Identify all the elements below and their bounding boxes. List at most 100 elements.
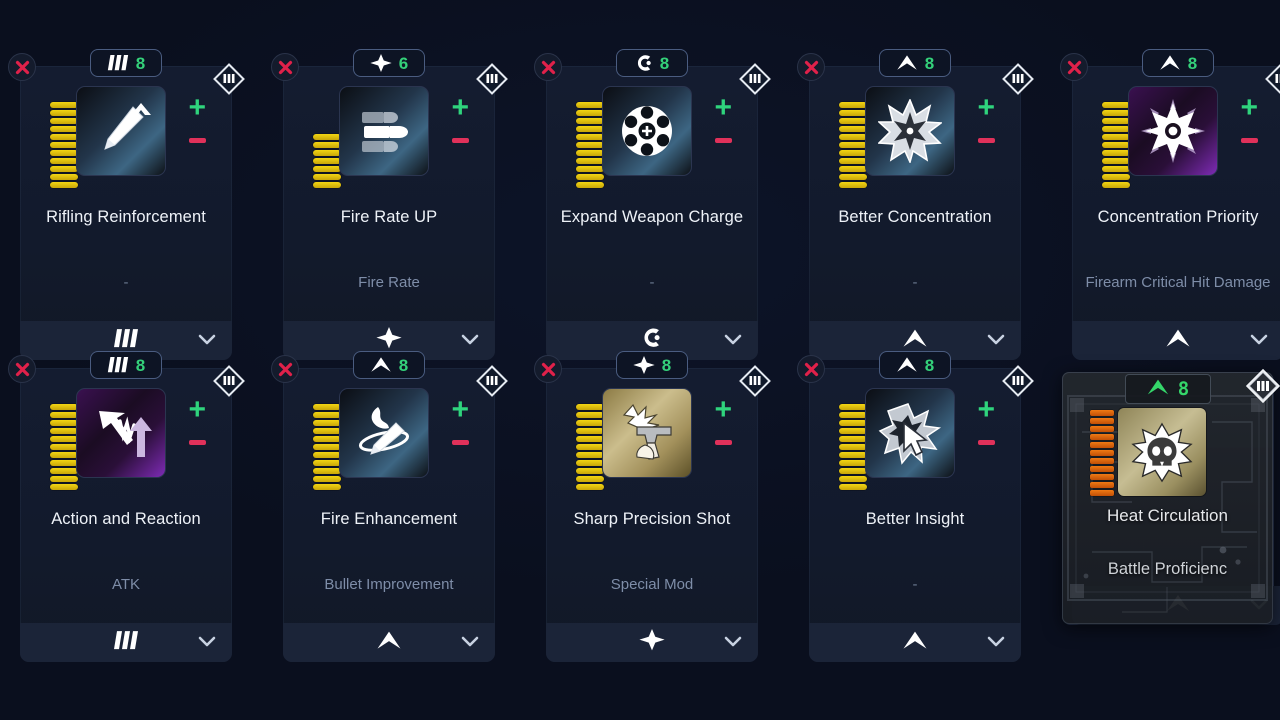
level-bar: [576, 484, 604, 490]
mod-thumbnail: [76, 86, 166, 176]
decrease-button[interactable]: [714, 440, 732, 445]
decrease-button[interactable]: [188, 440, 206, 445]
level-bars: [313, 404, 341, 490]
level-bar: [313, 166, 341, 172]
mod-card-footer[interactable]: [546, 623, 758, 662]
decrease-button[interactable]: [1240, 138, 1258, 143]
increase-button[interactable]: +: [188, 395, 206, 425]
drag-handle-icon[interactable]: [1001, 62, 1035, 96]
drag-handle-icon[interactable]: [475, 364, 509, 398]
mod-subtitle: Firearm Critical Hit Damage: [1085, 274, 1271, 291]
remove-mod-button[interactable]: [8, 355, 36, 383]
decrease-button[interactable]: [977, 440, 995, 445]
level-bar: [313, 412, 341, 418]
chevron-down-icon[interactable]: [461, 332, 479, 350]
chevron-down-icon[interactable]: [1250, 332, 1268, 350]
adjust-controls: +: [451, 395, 469, 445]
decrease-button[interactable]: [188, 138, 206, 143]
mod-subtitle: Bullet Improvement: [324, 576, 454, 593]
mod-card-slot: 8: [1060, 49, 1280, 364]
drag-handle-icon[interactable]: [738, 62, 772, 96]
level-bar: [50, 476, 78, 482]
mod-thumbnail: [1128, 86, 1218, 176]
level-bar: [576, 436, 604, 442]
mod-card-footer[interactable]: [283, 623, 495, 662]
mod-card-footer[interactable]: [20, 623, 232, 662]
decrease-button[interactable]: [714, 138, 732, 143]
radiant-star-icon: [1141, 99, 1205, 163]
level-bar: [576, 118, 604, 124]
mod-subtitle: -: [912, 576, 918, 593]
mod-card[interactable]: 8: [534, 49, 771, 360]
drag-handle-icon[interactable]: [738, 364, 772, 398]
mod-card[interactable]: 8 + Sharp Precision Shot Special Mod: [534, 351, 771, 662]
increase-button[interactable]: +: [714, 395, 732, 425]
increase-button[interactable]: +: [451, 93, 469, 123]
drag-handle-icon[interactable]: [1264, 62, 1280, 96]
four-point-star-icon: [639, 629, 665, 655]
level-bars: [839, 102, 867, 188]
mod-thumbnail: [865, 388, 955, 478]
remove-mod-button[interactable]: [797, 53, 825, 81]
four-point-star-icon: [633, 355, 655, 375]
increase-button[interactable]: +: [1240, 93, 1258, 123]
chevron-down-icon[interactable]: [724, 332, 742, 350]
chevron-down-icon[interactable]: [461, 634, 479, 652]
increase-button[interactable]: +: [977, 93, 995, 123]
level-bar: [576, 476, 604, 482]
remove-mod-button[interactable]: [271, 53, 299, 81]
increase-button[interactable]: +: [977, 395, 995, 425]
drag-handle-icon[interactable]: [212, 364, 246, 398]
level-bar: [50, 404, 78, 410]
remove-mod-button[interactable]: [534, 355, 562, 383]
remove-mod-button[interactable]: [8, 53, 36, 81]
drag-handle-icon[interactable]: [475, 62, 509, 96]
four-point-star-icon: [376, 327, 402, 353]
drop-slot-footer[interactable]: [1072, 586, 1280, 625]
mod-card[interactable]: 8 + Better Concentration -: [797, 49, 1034, 360]
chevron-down-icon[interactable]: [987, 634, 1005, 652]
level-bar: [1102, 126, 1130, 132]
chevron-down-icon[interactable]: [198, 332, 216, 350]
mod-card[interactable]: 8 + Action and Reaction ATK: [8, 351, 245, 662]
mod-card-footer[interactable]: [1072, 321, 1280, 360]
level-bar: [839, 404, 867, 410]
remove-mod-button[interactable]: [534, 53, 562, 81]
remove-mod-button[interactable]: [797, 355, 825, 383]
c-crescent-icon: [635, 54, 653, 72]
decrease-button[interactable]: [451, 138, 469, 143]
increase-button[interactable]: +: [188, 93, 206, 123]
remove-mod-button[interactable]: [271, 355, 299, 383]
mod-card[interactable]: 6 + Fire Rate UP Fire Rate: [271, 49, 508, 360]
chevron-down-icon[interactable]: [724, 634, 742, 652]
chevron-peak-icon: [1165, 328, 1191, 353]
level-bar: [50, 166, 78, 172]
decrease-button[interactable]: [451, 440, 469, 445]
increase-button[interactable]: +: [451, 395, 469, 425]
level-bar: [50, 428, 78, 434]
increase-button[interactable]: +: [714, 93, 732, 123]
mod-badge-value: 8: [924, 355, 935, 375]
chevron-down-icon[interactable]: [1250, 597, 1268, 615]
mod-badge-value: 8: [1187, 53, 1198, 73]
mod-card[interactable]: 8 + Better Insight -: [797, 351, 1034, 662]
mod-badge-value: 8: [661, 355, 672, 375]
mod-card-body: +: [20, 86, 232, 194]
level-bar: [576, 460, 604, 466]
level-bar: [576, 174, 604, 180]
decrease-button[interactable]: [977, 138, 995, 143]
mod-card-body: +: [546, 388, 758, 496]
chevron-down-icon[interactable]: [987, 332, 1005, 350]
drag-handle-icon[interactable]: [212, 62, 246, 96]
chevron-down-icon[interactable]: [198, 634, 216, 652]
close-icon: [804, 60, 818, 74]
drag-handle-icon[interactable]: [1001, 364, 1035, 398]
flaming-bullet-icon: [352, 401, 416, 465]
mod-card[interactable]: 8 + Fire Enhancement Bullet Improvement: [271, 351, 508, 662]
mod-card[interactable]: 8: [1060, 49, 1280, 360]
mod-badge: 8: [1142, 49, 1214, 77]
remove-mod-button[interactable]: [1060, 53, 1088, 81]
mod-card[interactable]: 8 + Rifling Reinforcement -: [8, 49, 245, 360]
mod-card-slot: 8 + Action and Reaction ATK: [8, 351, 262, 666]
mod-card-footer[interactable]: [809, 623, 1021, 662]
